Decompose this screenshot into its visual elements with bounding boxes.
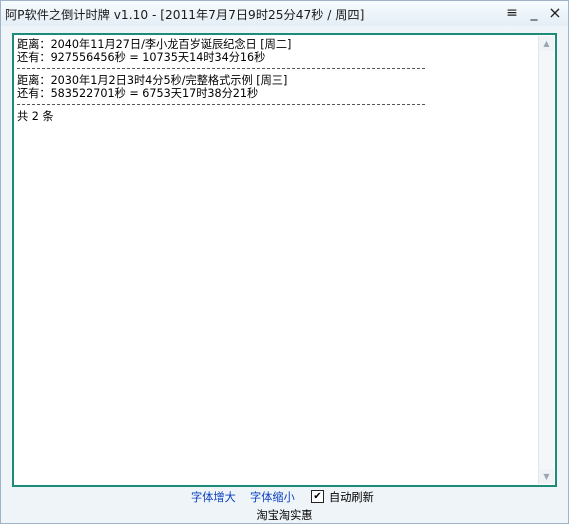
separator [17,68,425,69]
window-title: 阿P软件之倒计时牌 v1.10 - [2011年7月7日9时25分47秒 / 周… [5,8,365,22]
scroll-up-arrow-icon[interactable]: ▲ [539,36,554,51]
summary-count: 共 2 条 [17,110,54,123]
countdown-list: 距离：2040年11月27日/李小龙百岁诞辰纪念日 [周二] 还有：927556… [17,38,537,482]
countdown-list-panel[interactable]: 距离：2040年11月27日/李小龙百岁诞辰纪念日 [周二] 还有：927556… [12,33,557,487]
close-icon[interactable]: × [546,4,564,22]
entry-target: 距离：2030年1月2日3时4分5秒/完整格式示例 [周三] [17,74,288,87]
entry-target: 距离：2040年11月27日/李小龙百岁诞辰纪念日 [周二] [17,38,292,51]
minimize-icon[interactable]: _ [525,4,543,22]
vertical-scrollbar[interactable]: ▲ ▼ [538,36,554,484]
font-increase-link[interactable]: 字体增大 [191,489,236,505]
menu-lines-icon[interactable]: ≡ [503,4,521,22]
font-decrease-link[interactable]: 字体缩小 [250,489,295,505]
title-bar[interactable]: 阿P软件之倒计时牌 v1.10 - [2011年7月7日9时25分47秒 / 周… [1,1,568,26]
entry-remaining: 还有：583522701秒 = 6753天17时38分21秒 [17,87,259,100]
auto-refresh-checkbox[interactable]: ✔ [311,490,324,503]
app-window: 阿P软件之倒计时牌 v1.10 - [2011年7月7日9时25分47秒 / 周… [0,0,569,524]
taobao-link[interactable]: 淘宝淘实惠 [1,507,568,523]
footer-toolbar: 字体增大 字体缩小 ✔ 自动刷新 [1,488,568,505]
entry-remaining: 还有：927556456秒 = 10735天14时34分16秒 [17,51,266,64]
countdown-entry: 距离：2040年11月27日/李小龙百岁诞辰纪念日 [周二] 还有：927556… [17,38,537,64]
separator [17,104,425,105]
countdown-entry: 距离：2030年1月2日3时4分5秒/完整格式示例 [周三] 还有：583522… [17,74,537,100]
auto-refresh-label[interactable]: 自动刷新 [329,489,374,505]
scroll-down-arrow-icon[interactable]: ▼ [539,469,554,484]
